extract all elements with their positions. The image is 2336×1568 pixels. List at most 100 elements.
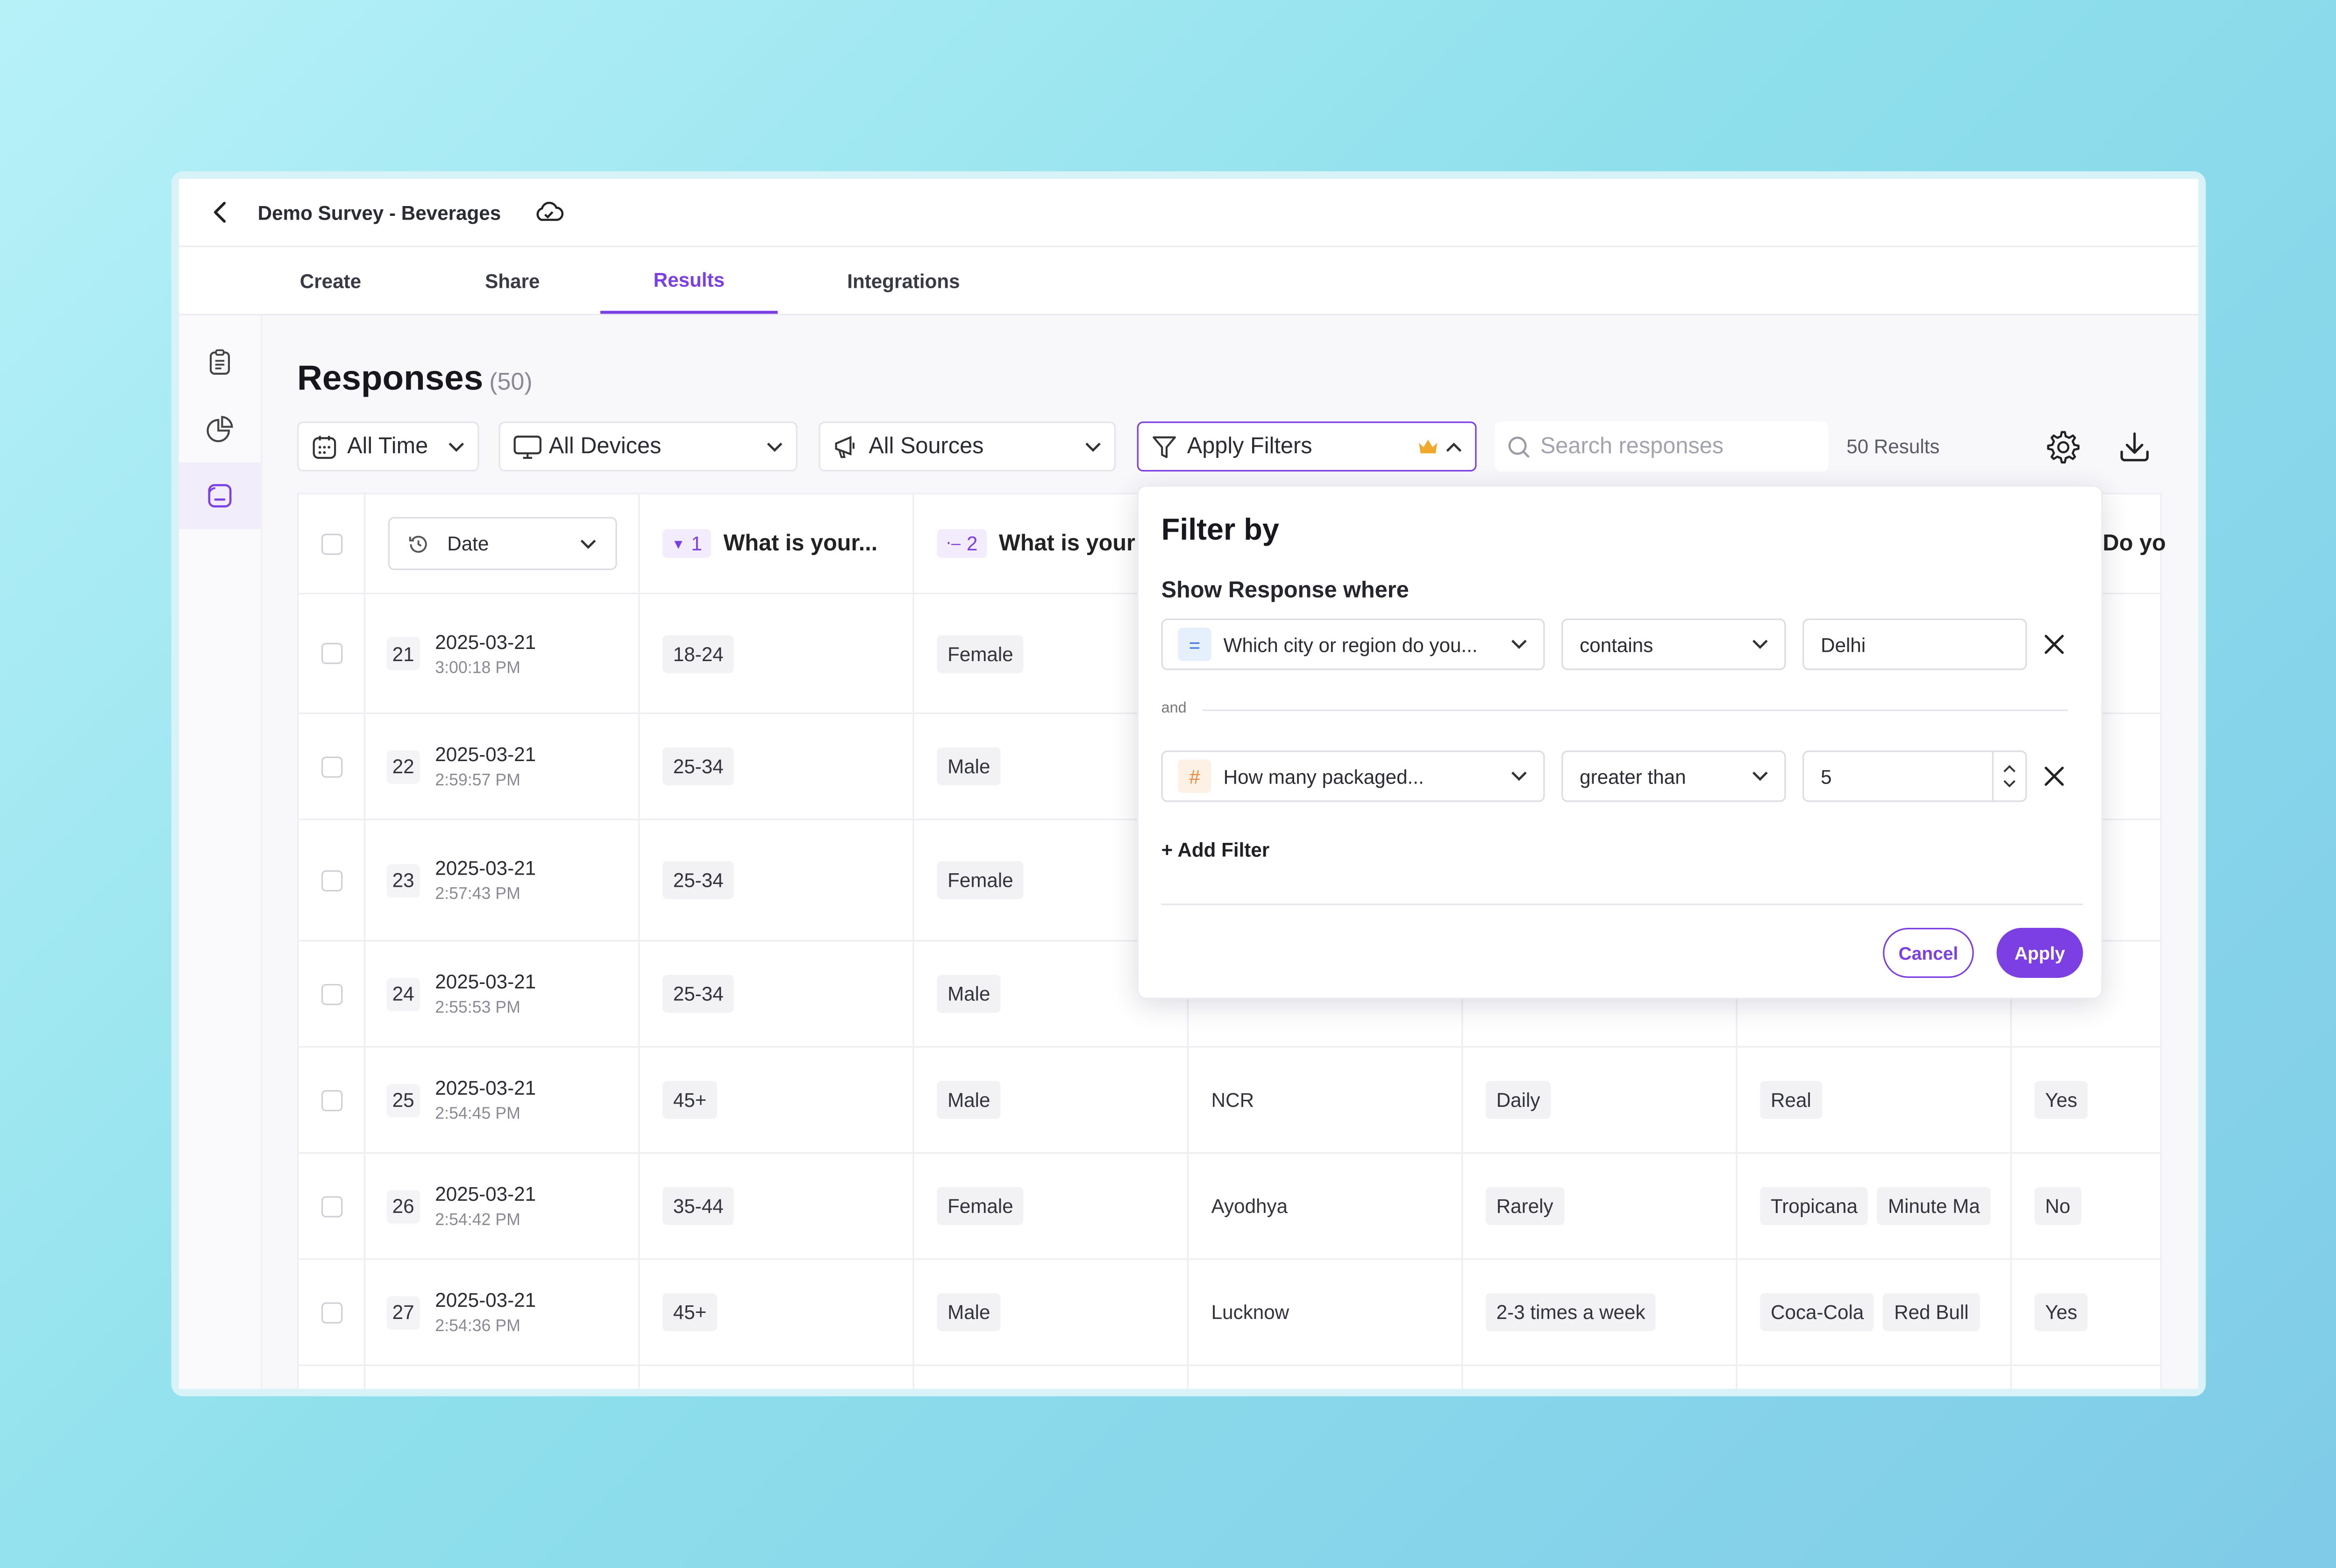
stepper-up-icon[interactable] bbox=[2003, 764, 2016, 773]
tab-results[interactable]: Results bbox=[600, 247, 778, 314]
popup-divider bbox=[1161, 903, 2083, 905]
download-button[interactable] bbox=[2109, 421, 2160, 471]
response-count: (50) bbox=[489, 370, 533, 396]
add-filter-button[interactable]: + Add Filter bbox=[1161, 838, 1270, 861]
filter-popup-subtitle: Show Response where bbox=[1161, 577, 1409, 604]
filter-2-operator-select[interactable]: greater than bbox=[1561, 750, 1786, 802]
source-filter-dropdown[interactable]: All Sources bbox=[819, 421, 1116, 472]
dropdown-question-icon: ▼ bbox=[671, 536, 685, 551]
number-stepper[interactable] bbox=[1992, 752, 2025, 801]
response-datetime: 2025-03-21 2:59:57 PM bbox=[435, 743, 536, 790]
row-checkbox[interactable] bbox=[320, 869, 342, 891]
yes-no-chip: Yes bbox=[2034, 1081, 2088, 1119]
page-title: Responses (50) bbox=[297, 358, 533, 399]
device-filter-label: All Devices bbox=[548, 434, 662, 460]
city-value: Ayodhya bbox=[1211, 1194, 1288, 1218]
question-number-badge: ▼ 1 bbox=[662, 529, 712, 558]
tab-create[interactable]: Create bbox=[240, 247, 421, 314]
date-column-sort[interactable]: Date bbox=[388, 517, 617, 570]
apply-filters-label: Apply Filters bbox=[1187, 434, 1312, 460]
row-checkbox[interactable] bbox=[320, 1195, 342, 1217]
pie-chart-icon bbox=[206, 415, 233, 442]
chevron-down-icon bbox=[1510, 770, 1528, 782]
nav-tabs: Create Share Results Integrations bbox=[178, 247, 2199, 315]
row-id: 23 bbox=[386, 863, 420, 897]
age-chip: 25-34 bbox=[662, 861, 734, 899]
chevron-down-icon bbox=[1510, 638, 1528, 650]
column-header[interactable]: What is your... bbox=[723, 531, 877, 556]
filter-1-operator-select[interactable]: contains bbox=[1561, 618, 1786, 670]
device-filter-dropdown[interactable]: All Devices bbox=[499, 421, 798, 472]
response-datetime: 2025-03-21 2:54:45 PM bbox=[435, 1076, 536, 1124]
city-value: Lucknow bbox=[1211, 1301, 1289, 1324]
row-checkbox[interactable] bbox=[320, 1301, 342, 1323]
response-time: 2:55:53 PM bbox=[435, 999, 520, 1018]
source-filter-label: All Sources bbox=[869, 434, 984, 460]
chevron-down-icon bbox=[766, 441, 784, 453]
filter-popup: Filter by Show Response where = Which ci… bbox=[1137, 485, 2103, 999]
chevron-up-icon bbox=[1445, 441, 1463, 453]
chevron-down-icon bbox=[1084, 441, 1102, 453]
response-datetime: 2025-03-21 3:00:18 PM bbox=[435, 630, 536, 677]
filter-2-value-input[interactable]: 5 bbox=[1802, 750, 2027, 802]
table-row[interactable]: 27 2025-03-21 2:54:36 PM 45+ Male Lucknow 2-3 … bbox=[299, 1260, 2160, 1366]
filter-1-question-select[interactable]: = Which city or region do you... bbox=[1161, 618, 1545, 670]
table-row[interactable]: 26 2025-03-21 2:54:42 PM 35-44 Female Ayodhya… bbox=[299, 1154, 2160, 1260]
response-datetime: 2025-03-21 2:54:42 PM bbox=[435, 1183, 536, 1230]
stepper-down-icon[interactable] bbox=[2003, 779, 2016, 788]
row-checkbox[interactable] bbox=[320, 755, 342, 777]
response-time: 2:59:57 PM bbox=[435, 771, 520, 790]
frequency-chip: Daily bbox=[1486, 1081, 1551, 1119]
response-time: 2:54:42 PM bbox=[435, 1211, 520, 1230]
gender-chip: Male bbox=[937, 975, 1001, 1013]
response-date: 2025-03-21 bbox=[435, 630, 536, 653]
settings-button[interactable] bbox=[2037, 421, 2089, 471]
remove-filter-2-button[interactable] bbox=[2039, 761, 2069, 791]
page-title-text: Responses bbox=[297, 357, 484, 398]
yes-no-chip: Yes bbox=[2034, 1293, 2088, 1332]
response-date: 2025-03-21 bbox=[435, 856, 536, 880]
brand-chip: Minute Ma bbox=[1877, 1187, 1991, 1225]
cloud-sync-icon[interactable] bbox=[534, 200, 565, 224]
tab-integrations[interactable]: Integrations bbox=[778, 247, 1030, 314]
frequency-chip: Rarely bbox=[1486, 1187, 1564, 1225]
gender-chip: Female bbox=[937, 1187, 1024, 1225]
list-question-icon: ⋅– bbox=[946, 535, 961, 554]
brand-chip: Red Bull bbox=[1883, 1293, 1980, 1332]
search-input[interactable] bbox=[1540, 434, 1813, 460]
joiner-divider bbox=[1202, 709, 2068, 711]
time-filter-dropdown[interactable]: All Time bbox=[297, 421, 479, 472]
table-row[interactable]: 25 2025-03-21 2:54:45 PM 45+ Male NCR Daily Rea… bbox=[299, 1048, 2160, 1154]
chevron-down-icon bbox=[447, 441, 465, 453]
select-all-checkbox[interactable] bbox=[320, 533, 342, 555]
row-checkbox[interactable] bbox=[320, 1089, 342, 1111]
tab-share[interactable]: Share bbox=[421, 247, 603, 314]
row-checkbox[interactable] bbox=[320, 642, 342, 664]
question-number-badge: ⋅– 2 bbox=[937, 529, 987, 558]
sidebar-item-analytics[interactable] bbox=[179, 396, 261, 463]
row-checkbox[interactable] bbox=[320, 983, 342, 1005]
response-date: 2025-03-21 bbox=[435, 970, 536, 993]
search-box bbox=[1495, 421, 1829, 472]
gender-chip: Female bbox=[937, 634, 1024, 673]
row-id: 24 bbox=[386, 977, 420, 1011]
column-header[interactable]: Do yo bbox=[2103, 531, 2166, 556]
row-id: 25 bbox=[386, 1083, 420, 1117]
sidebar-item-responses[interactable] bbox=[178, 462, 261, 529]
remove-filter-1-button[interactable] bbox=[2039, 629, 2069, 660]
column-header[interactable]: What is your bbox=[999, 531, 1135, 556]
back-icon[interactable] bbox=[209, 200, 230, 224]
age-chip: 35-44 bbox=[662, 1187, 734, 1225]
response-date: 2025-03-21 bbox=[435, 1076, 536, 1099]
top-bar: Demo Survey - Beverages bbox=[178, 179, 2199, 247]
gender-chip: Male bbox=[937, 747, 1001, 785]
filter-1-value-input[interactable]: Delhi bbox=[1802, 618, 2027, 670]
apply-filters-button[interactable]: Apply Filters bbox=[1137, 421, 1477, 472]
cancel-button[interactable]: Cancel bbox=[1883, 927, 1974, 978]
row-id: 21 bbox=[386, 636, 420, 670]
gender-chip: Female bbox=[937, 861, 1024, 899]
apply-button[interactable]: Apply bbox=[1996, 927, 2083, 978]
filter-2-question-select[interactable]: # How many packaged... bbox=[1161, 750, 1545, 802]
sidebar-item-summary[interactable] bbox=[179, 329, 261, 396]
question-number: 2 bbox=[967, 532, 978, 555]
